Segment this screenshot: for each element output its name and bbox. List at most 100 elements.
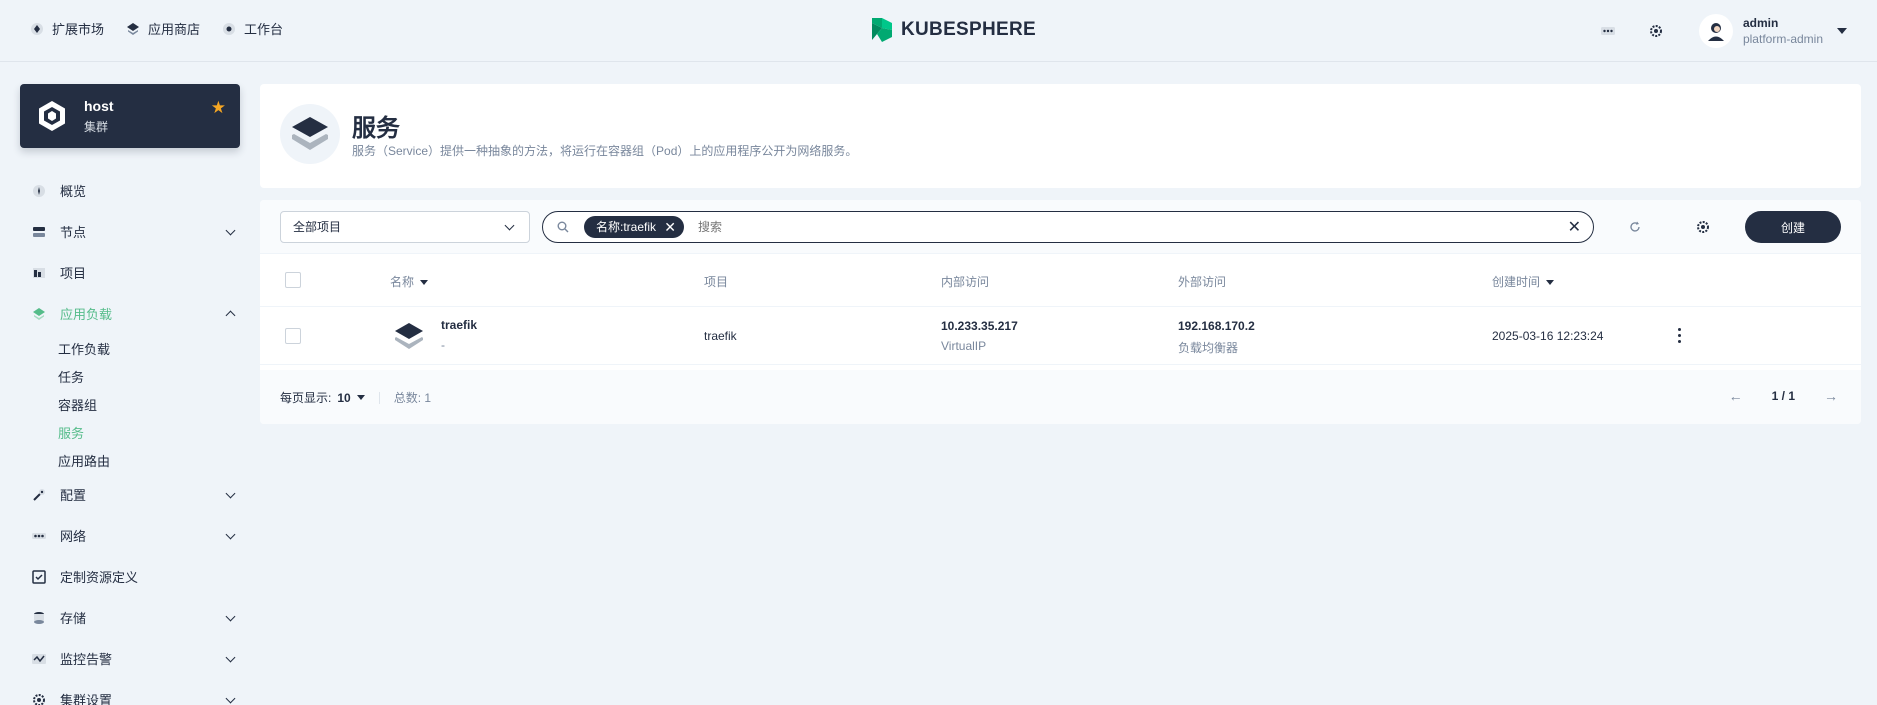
prev-page-icon[interactable]: ← — [1726, 388, 1746, 404]
clear-search-icon[interactable]: ✕ — [1568, 217, 1581, 237]
logo-text: KUBESPHERE — [901, 19, 1036, 40]
page-description: 服务（Service）提供一种抽象的方法，将运行在容器组（Pod）上的应用程序公… — [352, 144, 858, 158]
gear-icon — [1697, 221, 1709, 233]
search-bar[interactable]: 名称:traefik ✕ ✕ — [542, 211, 1594, 243]
nav-extensions[interactable]: 扩展市场 — [30, 19, 104, 38]
sidebar-subitem-ingress[interactable]: 应用路由 — [20, 446, 240, 474]
gear-icon — [1649, 25, 1662, 37]
per-page-caret-icon[interactable] — [356, 395, 365, 400]
column-external-access: 外部访问 — [1178, 275, 1227, 289]
remove-filter-icon[interactable]: ✕ — [664, 216, 676, 238]
server-icon — [32, 225, 46, 239]
column-name[interactable]: 名称 — [390, 273, 429, 290]
user-name: admin — [1742, 16, 1779, 30]
sidebar-item-overview[interactable]: 概览 — [20, 170, 240, 211]
more-apps-button[interactable] — [1591, 14, 1625, 48]
refresh-icon — [1630, 221, 1640, 232]
cluster-name: host — [84, 98, 114, 114]
sidebar-item-label: 监控告警 — [60, 652, 113, 667]
table-row[interactable]: traefik - traefik 10.233.35.217 VirtualI… — [260, 308, 1861, 365]
wrench-icon — [32, 488, 46, 502]
chevron-down-icon — [225, 652, 236, 663]
extensions-icon — [30, 22, 44, 36]
search-input[interactable] — [698, 220, 1498, 234]
filter-tag-label: 名称:traefik — [596, 220, 657, 234]
sidebar-item-workloads[interactable]: 应用负载 — [20, 293, 240, 334]
select-all-checkbox[interactable] — [285, 272, 301, 288]
cluster-icon — [39, 101, 65, 131]
cluster-type: 集群 — [84, 120, 109, 134]
nav-app-store[interactable]: 应用商店 — [126, 19, 200, 38]
project-select[interactable]: 全部项目 — [280, 211, 530, 243]
top-nav: 扩展市场 应用商店 工作台 — [30, 19, 283, 38]
sidebar-subitem-pods[interactable]: 容器组 — [20, 390, 240, 418]
refresh-button[interactable] — [1619, 211, 1651, 243]
nav-app-store-label: 应用商店 — [148, 22, 201, 37]
row-more-menu-icon[interactable] — [1678, 328, 1682, 344]
avatar[interactable] — [1698, 14, 1733, 48]
sidebar-item-label: 定制资源定义 — [60, 570, 139, 585]
column-name-label: 名称 — [390, 275, 415, 289]
column-created-time[interactable]: 创建时间 — [1492, 273, 1555, 290]
column-created-label: 创建时间 — [1492, 275, 1541, 289]
kubesphere-logo-icon — [872, 18, 892, 42]
page-title: 服务 — [352, 115, 400, 142]
chevron-down-icon — [225, 529, 236, 540]
divider — [378, 391, 380, 404]
service-list: 全部项目 名称:traefik ✕ ✕ 创建 — [260, 200, 1861, 424]
pagination: ← 1 / 1 → — [1726, 388, 1841, 404]
cluster-switcher[interactable]: host 集群 ★ — [20, 84, 240, 148]
sidebar-item-monitoring[interactable]: 监控告警 — [20, 638, 240, 679]
next-page-icon[interactable]: → — [1821, 388, 1841, 404]
total-count: 总数: 1 — [393, 391, 432, 405]
settings-button[interactable] — [1639, 14, 1673, 48]
sidebar-subitem-services[interactable]: 服务 — [20, 418, 240, 446]
storage-icon — [32, 611, 46, 625]
sidebar-item-label: 存储 — [60, 611, 87, 626]
sidebar-item-nodes[interactable]: 节点 — [20, 211, 240, 252]
overview-icon — [32, 184, 46, 198]
filter-tag[interactable]: 名称:traefik ✕ — [584, 216, 685, 238]
sidebar-item-crd[interactable]: 定制资源定义 — [20, 556, 240, 597]
sidebar-subitem-jobs[interactable]: 任务 — [20, 362, 240, 390]
service-description: - — [441, 338, 445, 352]
per-page-select[interactable]: 10 — [337, 391, 350, 405]
grid-dots-icon — [1600, 27, 1615, 35]
column-project: 项目 — [704, 275, 729, 289]
list-settings-button[interactable] — [1687, 211, 1719, 243]
sidebar-item-label: 网络 — [60, 529, 87, 544]
service-project[interactable]: traefik — [704, 329, 737, 343]
kubesphere-logo[interactable]: KUBESPHERE — [869, 16, 1036, 44]
service-name-link[interactable]: traefik — [441, 318, 477, 332]
top-right-controls: admin platform-admin — [1577, 14, 1847, 48]
internal-ip: 10.233.35.217 — [941, 319, 1018, 333]
sidebar-subitem-workloads[interactable]: 工作负载 — [20, 334, 240, 362]
external-type: 负载均衡器 — [1178, 341, 1239, 355]
sidebar-item-projects[interactable]: 项目 — [20, 252, 240, 293]
favorite-star-icon[interactable]: ★ — [211, 98, 226, 118]
chevron-down-icon — [504, 220, 515, 231]
page-size-control: 每页显示: 10 总数: 1 — [280, 389, 431, 406]
service-header-icon — [280, 104, 340, 164]
user-info[interactable]: admin platform-admin — [1743, 15, 1823, 47]
workbench-icon — [222, 22, 236, 36]
sidebar-item-cluster-settings[interactable]: 集群设置 — [20, 679, 240, 705]
row-checkbox[interactable] — [285, 328, 301, 344]
search-icon — [557, 221, 569, 236]
sidebar-item-config[interactable]: 配置 — [20, 474, 240, 515]
project-icon — [32, 266, 46, 280]
sidebar-item-storage[interactable]: 存储 — [20, 597, 240, 638]
create-button[interactable]: 创建 — [1745, 211, 1841, 243]
page-indicator: 1 / 1 — [1771, 389, 1795, 403]
sidebar-item-network[interactable]: 网络 — [20, 515, 240, 556]
user-menu-caret-icon[interactable] — [1837, 28, 1847, 34]
sidebar-item-label: 节点 — [60, 225, 87, 240]
external-ip: 192.168.170.2 — [1178, 319, 1255, 333]
per-page-label: 每页显示: — [280, 391, 332, 405]
app-store-icon — [126, 22, 140, 36]
workload-icon — [32, 307, 46, 321]
chevron-down-icon — [225, 225, 236, 236]
nav-workbench[interactable]: 工作台 — [222, 19, 283, 38]
gear-icon — [32, 693, 46, 705]
crd-icon — [32, 569, 46, 584]
